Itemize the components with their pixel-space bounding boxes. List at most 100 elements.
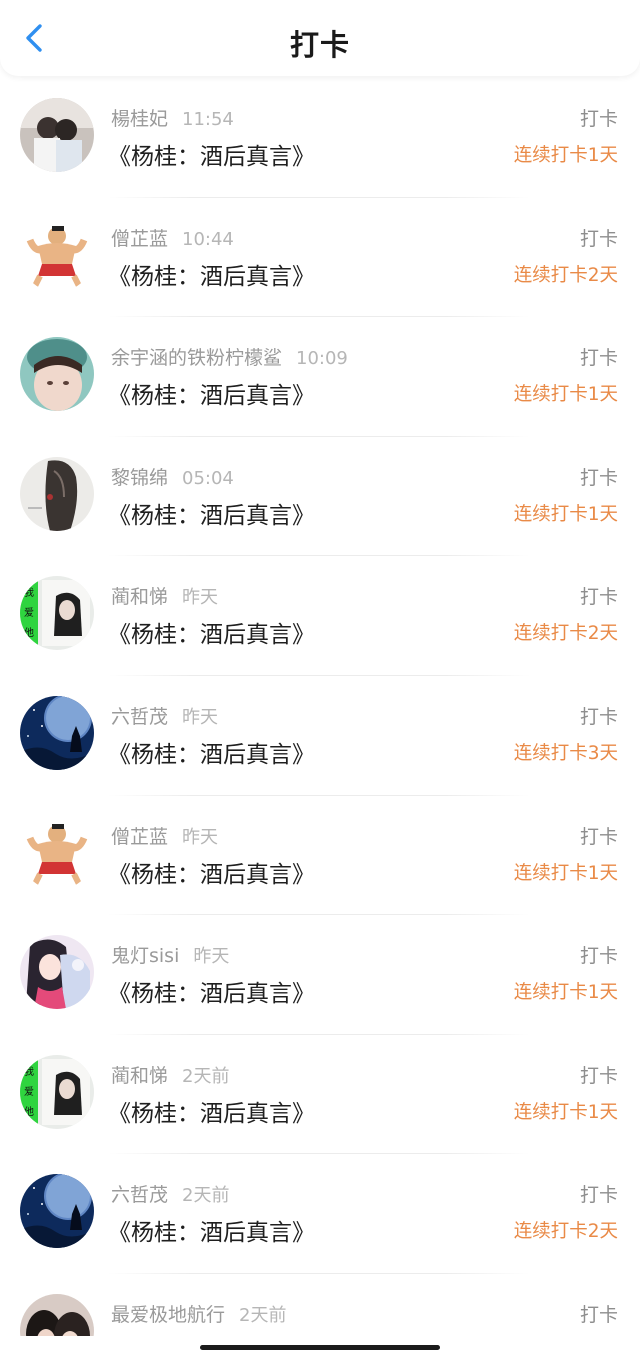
avatar[interactable]: 我爱他 (20, 576, 94, 651)
avatar[interactable] (20, 695, 94, 770)
svg-text:我: 我 (24, 1066, 34, 1078)
avatar-image (20, 456, 94, 531)
list-item[interactable]: 六哲茂 2天前《杨桂：酒后真言》 打卡连续打卡2天 (0, 1154, 640, 1274)
post-time: 昨天 (182, 706, 219, 728)
svg-text:我: 我 (24, 587, 34, 599)
item-meta: 僧芷蓝 昨天 (111, 822, 218, 848)
user-name[interactable]: 僧芷蓝 (111, 826, 168, 848)
book-title[interactable]: 《杨桂：酒后真言》 (108, 496, 315, 530)
post-time: 2天前 (182, 1065, 230, 1087)
list-item[interactable]: 僧芷蓝 10:44 《杨桂：酒后真言》 打卡连续打卡2天 (0, 198, 640, 318)
list-item[interactable]: 鬼灯sisi 昨天《杨桂：酒后真言》 打卡连续打卡1天 (0, 915, 640, 1035)
item-meta: 楊桂妃 11:54 (111, 104, 234, 130)
user-name[interactable]: 蔺和悌 (111, 586, 168, 608)
checkin-button[interactable]: 打卡 (580, 104, 618, 131)
user-name[interactable]: 楊桂妃 (111, 108, 168, 130)
avatar[interactable] (20, 337, 94, 412)
avatar[interactable] (20, 217, 94, 292)
book-title[interactable]: 《杨桂：酒后真言》 (108, 1094, 315, 1128)
streak-label: 连续打卡1天 (513, 503, 618, 525)
avatar[interactable] (20, 935, 94, 1010)
item-meta: 余宇涵的铁粉柠檬鲨 10:09 (111, 343, 348, 369)
streak-label: 连续打卡2天 (513, 1221, 618, 1243)
user-name[interactable]: 六哲茂 (111, 1184, 168, 1206)
list-item[interactable]: 我爱他蔺和悌 昨天 《杨桂：酒后真言》 打卡 连续打卡2天 (0, 556, 640, 676)
book-title[interactable]: 《杨桂：酒后真言》 (108, 257, 315, 291)
page-title: 打卡 (289, 28, 350, 62)
item-meta: 蔺和悌 2天前 (111, 1061, 229, 1087)
book-title[interactable]: 《杨桂：酒后真言》 (108, 1213, 315, 1247)
svg-text:爱: 爱 (24, 1085, 34, 1098)
checkin-button[interactable]: 打卡 (580, 1180, 618, 1207)
avatar-image (20, 695, 94, 770)
user-name[interactable]: 蔺和悌 (111, 1065, 168, 1087)
list-item[interactable]: 僧芷蓝 昨天《杨桂：酒后真言》 打卡连续打卡1天 (0, 796, 640, 916)
checkin-button[interactable]: 打卡 (580, 1300, 618, 1327)
book-title[interactable]: 《杨桂：酒后真言》 (108, 735, 315, 769)
checkin-button[interactable]: 打卡 (580, 702, 618, 729)
checkin-button[interactable]: 打卡 (580, 822, 618, 849)
navigation-bar: 打卡 (0, 0, 640, 76)
avatar-image: 我爱他 (20, 576, 94, 651)
list-item[interactable]: 六哲茂 昨天《杨桂：酒后真言》 打卡连续打卡3天 (0, 676, 640, 796)
avatar-image (20, 1174, 94, 1249)
book-title[interactable]: 《杨桂：酒后真言》 (108, 376, 315, 410)
svg-text:他: 他 (24, 1105, 34, 1118)
checkin-button[interactable]: 打卡 (580, 343, 618, 370)
item-meta: 六哲茂 昨天 (111, 702, 218, 728)
item-meta: 僧芷蓝 10:44 (111, 224, 234, 250)
user-name[interactable]: 六哲茂 (111, 706, 168, 728)
user-name[interactable]: 最爱极地航行 (111, 1304, 225, 1326)
svg-text:他: 他 (24, 626, 34, 639)
avatar-image (20, 98, 94, 172)
checkin-list: 楊桂妃 11:54 《杨桂：酒后真言》 打卡 连续打卡1天 僧芷蓝 10:44 《杨桂：酒后真… (0, 78, 640, 1361)
post-time: 2天前 (239, 1304, 287, 1326)
book-title[interactable]: 《杨桂：酒后真言》 (108, 974, 315, 1008)
post-time: 11:54 (182, 109, 234, 130)
avatar-image: 我爱他 (20, 1054, 94, 1129)
streak-label: 连续打卡1天 (513, 862, 618, 884)
book-title[interactable]: 《杨桂：酒后真言》 (108, 615, 315, 649)
streak-label: 连续打卡2天 (513, 623, 618, 645)
streak-label: 连续打卡2天 (513, 264, 618, 286)
list-item[interactable]: 我爱他蔺和悌 2天前 《杨桂：酒后真言》 打卡 连续打卡1天 (0, 1035, 640, 1155)
item-meta: 最爱极地航行 2天前 (111, 1300, 286, 1326)
checkin-button[interactable]: 打卡 (580, 582, 618, 609)
streak-label: 连续打卡3天 (513, 742, 618, 764)
svg-text:爱: 爱 (24, 606, 34, 619)
user-name[interactable]: 僧芷蓝 (111, 228, 168, 250)
post-time: 昨天 (193, 946, 230, 968)
item-meta: 六哲茂 2天前 (111, 1180, 229, 1206)
list-item[interactable]: 楊桂妃 11:54 《杨桂：酒后真言》 打卡连续打卡1天 (0, 78, 640, 198)
list-item[interactable]: 余宇涵的铁粉柠檬鲨 10:09 《杨桂：酒后真言》 打卡连续打卡1天 (0, 317, 640, 437)
checkin-button[interactable]: 打卡 (580, 1061, 618, 1088)
avatar-image (20, 815, 94, 890)
avatar[interactable] (20, 98, 94, 172)
list-item[interactable]: 黎锦绵 05:04 《杨桂：酒后真言》 打卡连续打卡1天 (0, 437, 640, 557)
streak-label: 连续打卡1天 (513, 145, 618, 166)
avatar[interactable] (20, 1174, 94, 1249)
user-name[interactable]: 余宇涵的铁粉柠檬鲨 (111, 347, 282, 369)
post-time: 10:44 (182, 228, 234, 250)
item-meta: 蔺和悌 昨天 (111, 582, 218, 608)
post-time: 昨天 (182, 826, 219, 848)
avatar[interactable] (20, 815, 94, 890)
avatar[interactable]: 我爱他 (20, 1054, 94, 1129)
checkin-button[interactable]: 打卡 (580, 224, 618, 251)
user-name[interactable]: 黎锦绵 (111, 467, 168, 489)
checkin-button[interactable]: 打卡 (580, 463, 618, 490)
book-title[interactable]: 《杨桂：酒后真言》 (108, 137, 315, 171)
post-time: 05:04 (182, 467, 234, 489)
checkin-button[interactable]: 打卡 (580, 941, 618, 968)
avatar-image (20, 337, 94, 412)
avatar[interactable] (20, 456, 94, 531)
streak-label: 连续打卡1天 (513, 384, 618, 406)
home-indicator[interactable] (200, 1345, 440, 1350)
post-time: 2天前 (182, 1185, 230, 1207)
item-meta: 鬼灯sisi 昨天 (111, 941, 229, 967)
user-name[interactable]: 鬼灯sisi (111, 945, 179, 967)
book-title[interactable]: 《杨桂：酒后真言》 (108, 855, 315, 889)
streak-label: 连续打卡1天 (513, 982, 618, 1004)
avatar-image (20, 935, 94, 1010)
post-time: 昨天 (182, 587, 219, 609)
